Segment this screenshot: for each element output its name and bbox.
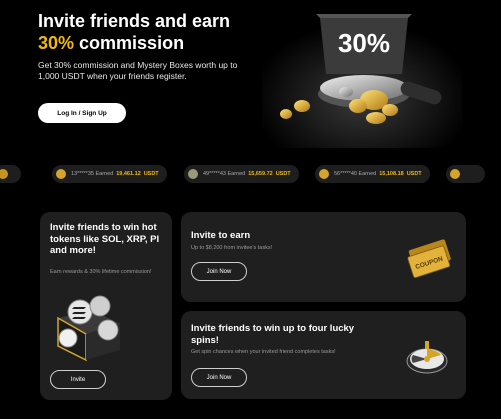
silver-coin — [339, 87, 353, 97]
ticker-amount: 15,108.18 — [379, 171, 404, 177]
ticker-item: 49*****43 Earned 15,659.72 USDT — [184, 165, 299, 183]
join-now-button[interactable]: Join Now — [191, 368, 247, 387]
ticker-item: 13*****35 Earned 19,461.12 USDT — [52, 165, 167, 183]
gold-coin — [349, 99, 367, 113]
wheel-pointer — [425, 341, 429, 349]
gold-coin — [366, 112, 386, 124]
hot-tokens-subtitle: Earn rewards & 30% lifetime commission! — [50, 269, 152, 275]
hero-title-rest: commission — [74, 33, 185, 53]
sol-logo — [72, 307, 86, 319]
ticker-currency: USDT — [275, 171, 291, 177]
invite-button[interactable]: Invite — [50, 370, 106, 389]
lucky-spins-card: Invite friends to win up to four lucky s… — [181, 311, 466, 399]
invite-to-earn-title: Invite to earn — [191, 230, 251, 241]
ticker-currency: USDT — [143, 171, 159, 177]
join-now-button[interactable]: Join Now — [191, 262, 247, 281]
coin-icon — [188, 169, 198, 179]
ticker-user: 56*****40 — [334, 171, 357, 177]
hero-badge-text: 30% — [338, 28, 390, 58]
ticker-item: 56*****40 Earned 15,108.18 USDT — [315, 165, 430, 183]
hero-illustration: 30% — [262, 8, 462, 148]
lucky-wheel-icon — [406, 341, 448, 374]
lucky-spins-title: Invite friends to win up to four lucky s… — [191, 323, 355, 346]
coin-icon — [56, 169, 66, 179]
hero-title-accent: 30% — [38, 33, 75, 53]
invite-to-earn-card: Invite to earn Up to $8,200 from invitee… — [181, 212, 466, 302]
token-icon — [58, 328, 78, 348]
hero-title: Invite friends and earn 30% commission — [38, 10, 230, 54]
wheel-center — [424, 356, 430, 362]
display-box-top — [316, 14, 412, 18]
coupon-icon: COUPON — [407, 239, 451, 279]
ticker-item-partial — [0, 165, 21, 183]
earnings-ticker: 13*****35 Earned 19,461.12 USDT 49*****4… — [0, 162, 501, 188]
ticker-earned-label: Earned — [227, 171, 246, 177]
gold-coin — [382, 104, 398, 116]
ticker-amount: 15,659.72 — [248, 171, 273, 177]
ticker-currency: USDT — [406, 171, 422, 177]
ticker-amount: 19,461.12 — [116, 171, 141, 177]
gold-coin — [294, 100, 310, 112]
ticker-earned-label: Earned — [358, 171, 377, 177]
coin-icon — [319, 169, 329, 179]
invite-to-earn-subtitle: Up to $8,200 from invitee's tasks! — [191, 245, 273, 251]
coin-icon — [450, 169, 460, 179]
lucky-spins-subtitle: Get spin chances when your invited frien… — [191, 349, 336, 355]
coin-icon — [0, 169, 8, 179]
ticker-user: 49*****43 — [203, 171, 226, 177]
hero-description: Get 30% commission and Mystery Boxes wor… — [38, 60, 238, 81]
ticker-user: 13*****35 — [71, 171, 94, 177]
hero-title-line1: Invite friends and earn — [38, 11, 231, 31]
pi-token-icon — [97, 319, 119, 341]
token-box-illustration — [57, 295, 120, 362]
xrp-token-icon — [89, 295, 111, 317]
ticker-item-partial — [446, 165, 485, 183]
hot-tokens-title: Invite friends to win hot tokens like SO… — [50, 222, 160, 256]
gold-coin — [280, 109, 292, 119]
login-signup-button[interactable]: Log In / Sign Up — [38, 103, 126, 123]
ticker-earned-label: Earned — [95, 171, 114, 177]
hot-tokens-card: Invite friends to win hot tokens like SO… — [40, 212, 172, 400]
